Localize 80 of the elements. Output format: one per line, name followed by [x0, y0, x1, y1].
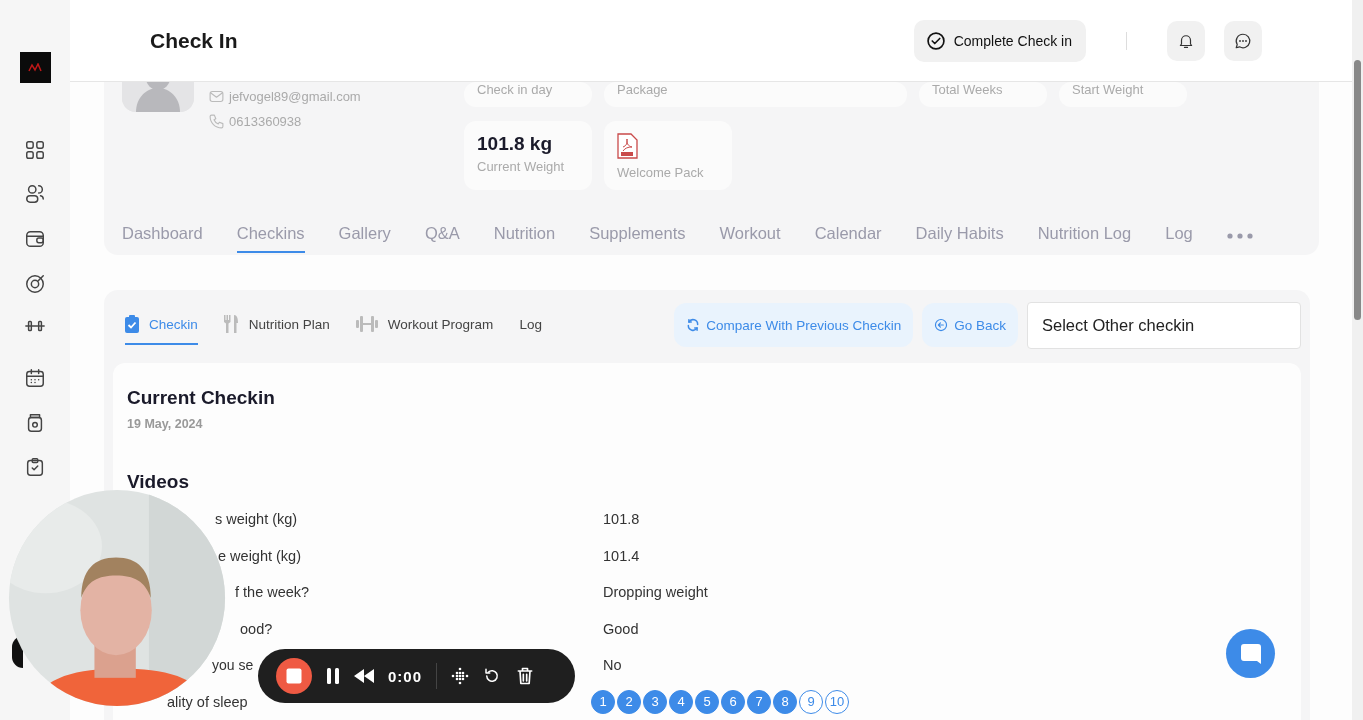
dots-grid-icon[interactable] [451, 667, 470, 685]
question-text: s weight (kg) [214, 511, 299, 528]
recording-time: 0:00 [388, 667, 423, 685]
email: jefvogel89@gmail.com [229, 89, 361, 104]
profile-tab[interactable]: Daily Habits [915, 224, 1004, 253]
section-heading: Videos [127, 471, 190, 493]
stat-label: Start Weight [1072, 82, 1145, 97]
cutlery-icon [223, 315, 239, 333]
rating-option[interactable]: 10 [825, 689, 849, 714]
profile-tab[interactable]: Nutrition Log [1037, 224, 1132, 253]
pdf-icon [617, 133, 638, 159]
checkin-tab[interactable]: Log [519, 305, 542, 345]
back-icon [934, 318, 949, 332]
rating-option[interactable]: 6 [721, 689, 745, 714]
question-text: f the week? [234, 584, 311, 601]
notification-button[interactable] [1167, 20, 1205, 61]
checkin-tab[interactable]: Nutrition Plan [223, 305, 330, 345]
rewind-icon[interactable] [354, 669, 374, 683]
rating-option[interactable]: 4 [669, 689, 693, 714]
section-title: Current Checkin [127, 387, 276, 409]
scrollbar[interactable] [1352, 0, 1363, 720]
answer-text: 101.8 [603, 511, 641, 528]
file-card[interactable]: Welcome Pack [604, 121, 732, 190]
clipboard-icon[interactable] [24, 456, 46, 478]
rating-option[interactable]: 7 [747, 689, 771, 714]
rating-option[interactable]: 2 [617, 689, 641, 714]
checkin-tab[interactable]: Workout Program [355, 305, 494, 345]
profile-tab[interactable]: Q&A [424, 224, 460, 253]
checkin-select[interactable]: Select Other checkin [1027, 301, 1301, 349]
profile-tab[interactable]: Supplements [589, 224, 686, 253]
checkin-tab[interactable]: Checkin [125, 305, 198, 345]
stat-label: Check in day [477, 82, 554, 97]
check-circle-icon [925, 30, 946, 51]
rating-option[interactable]: 9 [799, 689, 823, 714]
file-label: Welcome Pack [617, 165, 705, 180]
stat-label: Total Weeks [932, 82, 1004, 97]
answer-text: 101.4 [603, 547, 641, 564]
rating-option[interactable]: 8 [773, 689, 797, 714]
clipboard-icon [125, 315, 139, 333]
answer-text: No [603, 657, 623, 674]
stop-button[interactable] [276, 658, 312, 694]
phone-number: 0613360938 [229, 114, 302, 129]
chat-button[interactable] [1224, 20, 1262, 61]
wallet-icon[interactable] [24, 228, 46, 250]
dumbbell-icon [355, 316, 378, 332]
checkin-date: 19 May, 2024 [127, 417, 204, 431]
profile-tab[interactable]: Gallery [338, 224, 391, 253]
profile-tab[interactable]: Dashboard [122, 224, 203, 253]
profile-tab[interactable]: Calendar [814, 224, 882, 253]
profile-tab[interactable]: Workout [719, 224, 781, 253]
stat-value: 101.8 kg [477, 133, 553, 155]
logo[interactable] [19, 52, 51, 83]
target-icon[interactable] [24, 273, 46, 295]
answer-text: Good [603, 620, 640, 637]
answer-text: Dropping weight [603, 584, 709, 601]
rating-option[interactable]: 5 [695, 689, 719, 714]
page-title: Check In [150, 28, 239, 53]
stat-label: Current Weight [477, 159, 566, 174]
refresh-icon [686, 318, 701, 332]
go-back-button[interactable]: Go Back [922, 303, 1018, 347]
complete-check-in-button[interactable]: Complete Check in [913, 19, 1086, 62]
question-text: ood? [239, 620, 274, 637]
stat-label: Package [617, 82, 669, 97]
dashboard-icon[interactable] [24, 139, 46, 161]
chat-bubble-icon [1238, 641, 1263, 666]
rating-option[interactable]: 1 [591, 689, 615, 714]
profile-tab[interactable]: Log [1165, 224, 1193, 253]
rating-option[interactable]: 3 [643, 689, 667, 714]
compare-button[interactable]: Compare With Previous Checkin [674, 303, 914, 347]
mail-icon [208, 88, 225, 105]
question-text: you se [211, 657, 255, 674]
chat-icon [1234, 31, 1252, 50]
more-icon[interactable] [1226, 233, 1253, 239]
profile-tab[interactable]: Checkins [236, 224, 305, 253]
users-icon[interactable] [24, 183, 46, 205]
calendar-icon[interactable] [24, 367, 46, 389]
question-text: e weight (kg) [217, 547, 302, 564]
profile-tab[interactable]: Nutrition [493, 224, 556, 253]
phone-icon [208, 113, 225, 130]
pause-icon[interactable] [326, 668, 340, 684]
